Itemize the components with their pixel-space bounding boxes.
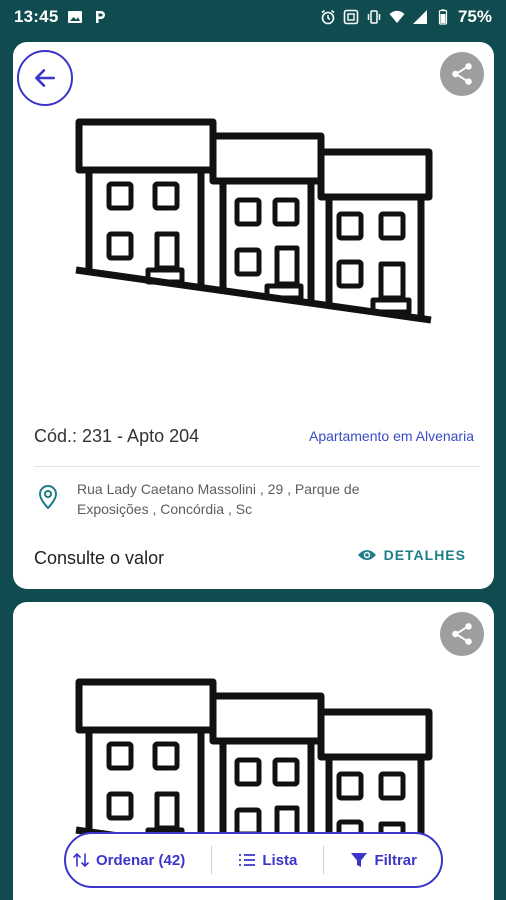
share-icon xyxy=(452,63,472,85)
filter-icon xyxy=(351,853,368,867)
status-right: 75% xyxy=(320,7,492,27)
bottom-action-bar: Ordenar (42) Lista Filtrar xyxy=(64,832,443,888)
status-bar: 13:45 75% xyxy=(0,0,506,34)
share-button[interactable] xyxy=(440,52,484,96)
status-time: 13:45 xyxy=(14,7,59,26)
listing-type: Apartamento em Alvenaria xyxy=(309,428,474,444)
eye-icon xyxy=(357,550,376,560)
listing-code: Cód.: 231 - Apto 204 xyxy=(34,426,200,446)
divider xyxy=(34,466,480,467)
bar-separator xyxy=(323,846,325,874)
list-icon xyxy=(239,854,256,866)
share-icon xyxy=(452,623,472,645)
arrow-left-icon xyxy=(35,69,55,87)
location-pin-icon xyxy=(38,484,58,510)
image-icon xyxy=(68,11,83,23)
details-label: DETALHES xyxy=(383,547,466,563)
alarm-icon xyxy=(321,9,335,25)
battery-icon xyxy=(438,9,448,25)
share-button[interactable] xyxy=(440,612,484,656)
listing-card[interactable]: Cód.: 231 - Apto 204 Apartamento em Alve… xyxy=(13,42,494,589)
wifi-icon xyxy=(389,10,405,23)
building-image xyxy=(75,118,433,324)
bar-separator xyxy=(211,846,213,874)
signal-icon xyxy=(412,10,427,24)
parking-icon xyxy=(96,11,106,23)
sort-button[interactable]: Ordenar (42) xyxy=(72,852,185,869)
filter-button[interactable]: Filtrar xyxy=(350,852,417,869)
list-button[interactable]: Lista xyxy=(238,852,297,869)
sort-icon xyxy=(73,853,89,867)
battery-percent: 75% xyxy=(457,7,492,26)
details-button[interactable]: DETALHES xyxy=(357,547,466,563)
filter-label: Filtrar xyxy=(374,851,417,869)
status-left: 13:45 xyxy=(14,7,108,27)
nfc-icon xyxy=(343,9,359,25)
sort-label: Ordenar (42) xyxy=(96,851,186,869)
listing-address: Rua Lady Caetano Massolini , 29 , Parque… xyxy=(77,481,360,517)
listing-price: Consulte o valor xyxy=(34,548,165,568)
vibrate-icon xyxy=(367,10,381,24)
list-label: Lista xyxy=(262,851,298,869)
back-button[interactable] xyxy=(17,50,73,106)
